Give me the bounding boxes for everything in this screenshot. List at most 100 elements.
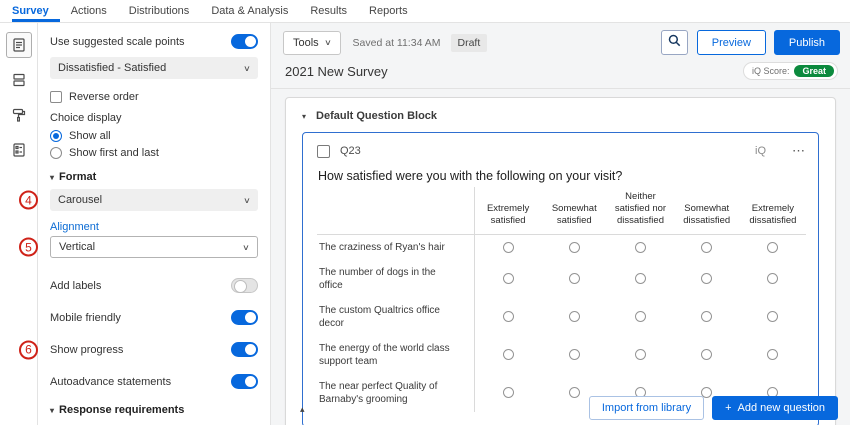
matrix-radio[interactable] (701, 311, 712, 322)
show-all-radio[interactable] (50, 130, 62, 142)
question-checkbox[interactable] (317, 145, 330, 158)
matrix-cell (475, 374, 541, 412)
matrix-cell (740, 260, 806, 298)
matrix-radio[interactable] (569, 311, 580, 322)
tab-reports[interactable]: Reports (358, 0, 419, 22)
alignment-select[interactable]: Vertical ∨ (50, 236, 258, 258)
tab-distributions[interactable]: Distributions (118, 0, 201, 22)
matrix-radio[interactable] (635, 311, 646, 322)
autoadvance-toggle[interactable] (231, 374, 258, 389)
matrix-radio[interactable] (767, 349, 778, 360)
annotation-circle-4: 4 (19, 191, 38, 210)
look-and-feel-icon[interactable] (6, 102, 32, 128)
matrix-col-header[interactable]: Extremely satisfied (475, 187, 541, 235)
add-new-question-label: Add new question (738, 402, 825, 414)
matrix-radio[interactable] (503, 311, 514, 322)
scale-points-select[interactable]: Dissatisfied - Satisfied ∨ (50, 57, 258, 79)
mobile-friendly-label: Mobile friendly (50, 312, 121, 324)
matrix-row-label[interactable]: The energy of the world class support te… (317, 336, 475, 374)
matrix-row-label[interactable]: The near perfect Quality of Barnaby's gr… (317, 374, 475, 412)
matrix-radio[interactable] (569, 242, 580, 253)
matrix-cell (607, 336, 673, 374)
matrix-radio[interactable] (503, 242, 514, 253)
matrix-radio[interactable] (767, 311, 778, 322)
matrix-cell (607, 235, 673, 260)
chevron-down-icon: ∨ (243, 196, 251, 205)
question-block-card: ▾ Default Question Block Q23 iQ ⋯ How sa… (285, 97, 836, 425)
format-select[interactable]: Carousel ∨ (50, 189, 258, 211)
matrix-row-label[interactable]: The number of dogs in the office (317, 260, 475, 298)
use-suggested-label: Use suggested scale points (50, 36, 185, 48)
preview-button[interactable]: Preview (697, 30, 766, 55)
annotation-circle-6: 6 (19, 340, 38, 359)
matrix-radio[interactable] (569, 273, 580, 284)
matrix-radio[interactable] (701, 349, 712, 360)
caret-down-icon: ▾ (50, 406, 54, 415)
matrix-cell (607, 298, 673, 336)
add-new-question-button[interactable]: + Add new question (712, 396, 838, 420)
iq-score-badge[interactable]: iQ Score: Great (743, 62, 838, 80)
matrix-radio[interactable] (503, 349, 514, 360)
scale-points-value: Dissatisfied - Satisfied (58, 62, 166, 74)
matrix-cell (740, 235, 806, 260)
tab-results[interactable]: Results (299, 0, 358, 22)
search-button[interactable] (661, 30, 688, 55)
matrix-radio[interactable] (635, 273, 646, 284)
format-section-label: Format (59, 171, 96, 183)
matrix-radio[interactable] (701, 273, 712, 284)
matrix-radio[interactable] (701, 242, 712, 253)
format-section-header[interactable]: ▾ Format (50, 171, 258, 183)
autoadvance-label: Autoadvance statements (50, 376, 171, 388)
tools-button[interactable]: Tools ∨ (283, 31, 341, 55)
block-collapse-icon[interactable]: ▴ (300, 404, 305, 415)
block-header[interactable]: ▾ Default Question Block (300, 106, 821, 130)
use-suggested-toggle[interactable] (231, 34, 258, 49)
iq-icon[interactable]: iQ (755, 145, 766, 157)
matrix-col-header[interactable]: Neither satisfied nor dissatisfied (607, 187, 673, 235)
question-text[interactable]: How satisfied were you with the followin… (318, 169, 806, 183)
question-card[interactable]: Q23 iQ ⋯ How satisfied were you with the… (302, 132, 819, 425)
matrix-col-header[interactable]: Extremely dissatisfied (740, 187, 806, 235)
builder-icon[interactable] (6, 32, 32, 58)
matrix-radio[interactable] (767, 242, 778, 253)
matrix-radio[interactable] (569, 349, 580, 360)
survey-options-icon[interactable] (6, 137, 32, 163)
matrix-cell (674, 260, 740, 298)
caret-down-icon: ▾ (50, 173, 54, 182)
matrix-cell (674, 298, 740, 336)
tab-data-analysis[interactable]: Data & Analysis (200, 0, 299, 22)
iq-score-value: Great (794, 65, 834, 77)
show-progress-toggle[interactable] (231, 342, 258, 357)
publish-button[interactable]: Publish (774, 30, 840, 55)
add-labels-toggle[interactable] (231, 278, 258, 293)
mobile-friendly-toggle[interactable] (231, 310, 258, 325)
matrix-radio[interactable] (569, 387, 580, 398)
question-id: Q23 (340, 145, 745, 157)
show-first-last-radio[interactable] (50, 147, 62, 159)
matrix-radio[interactable] (767, 273, 778, 284)
matrix-col-header[interactable]: Somewhat dissatisfied (674, 187, 740, 235)
ellipsis-menu-icon[interactable]: ⋯ (792, 143, 806, 159)
alignment-label: Alignment (50, 221, 258, 233)
matrix-row-label[interactable]: The custom Qualtrics office decor (317, 298, 475, 336)
block-title: Default Question Block (316, 110, 437, 122)
survey-flow-icon[interactable] (6, 67, 32, 93)
matrix-col-header[interactable]: Somewhat satisfied (541, 187, 607, 235)
import-from-library-button[interactable]: Import from library (589, 396, 704, 420)
plus-icon: + (725, 402, 731, 414)
response-requirements-header[interactable]: ▾ Response requirements (50, 404, 258, 416)
search-icon (668, 34, 681, 52)
tab-actions[interactable]: Actions (60, 0, 118, 22)
tab-survey[interactable]: Survey (12, 0, 60, 22)
matrix-row-label[interactable]: The craziness of Ryan's hair (317, 235, 475, 260)
survey-title[interactable]: 2021 New Survey (285, 64, 388, 79)
matrix-radio[interactable] (635, 349, 646, 360)
reverse-order-checkbox[interactable] (50, 91, 62, 103)
matrix-radio[interactable] (503, 387, 514, 398)
matrix-cell (541, 260, 607, 298)
draft-badge: Draft (451, 34, 488, 52)
matrix-cell (674, 235, 740, 260)
chevron-down-icon: ∨ (243, 64, 251, 73)
matrix-radio[interactable] (635, 242, 646, 253)
matrix-radio[interactable] (503, 273, 514, 284)
